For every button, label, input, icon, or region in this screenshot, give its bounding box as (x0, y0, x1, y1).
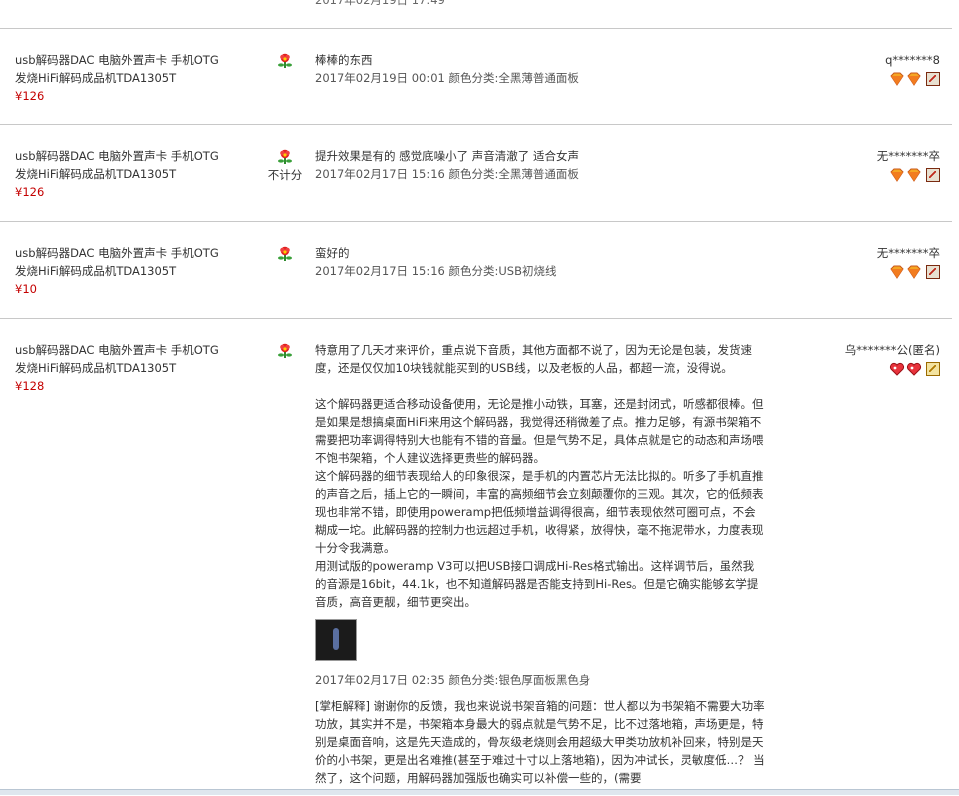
seller-reply-tag: [掌柜解释] (315, 699, 370, 713)
review-row: usb解码器DAC 电脑外置声卡 手机OTG 发烧HiFi解码成品机TDA130… (0, 221, 952, 319)
reviewer-badges (885, 71, 940, 87)
diamond-icon (907, 265, 921, 279)
product-price: ¥126 (15, 89, 45, 103)
window-bottom-bar (0, 789, 959, 795)
reviewer-badges (877, 167, 940, 183)
rating-column (262, 343, 308, 359)
diamond-icon (907, 72, 921, 86)
product-title-link[interactable]: usb解码器DAC 电脑外置声卡 手机OTG 发烧HiFi解码成品机TDA130… (15, 51, 225, 87)
review-paragraph: 特意用了几天才来评价，重点说下音质，其他方面都不说了，因为无论是包装，发货速度，… (315, 343, 752, 375)
review-meta: 2017年02月17日 15:16 颜色分类:USB初烧线 (315, 264, 557, 278)
review-meta: 2017年02月17日 15:16 颜色分类:全黑薄普通面板 (315, 167, 579, 181)
review-paragraph: 用测试版的poweramp V3可以把USB接口调成Hi-Res格式输出。这样调… (315, 559, 759, 609)
review-content: 提升效果是有的 感觉底噪小了 声音清澈了 适合女声 2017年02月17日 15… (315, 147, 765, 183)
diamond-icon (907, 168, 921, 182)
report-icon[interactable] (926, 362, 940, 376)
rating-column (262, 246, 308, 262)
review-text: 蛮好的 (315, 246, 350, 260)
report-icon[interactable] (926, 168, 940, 182)
reviewer-info: q*******8 (885, 51, 940, 87)
product-info: usb解码器DAC 电脑外置声卡 手机OTG 发烧HiFi解码成品机TDA130… (15, 244, 225, 298)
review-photo-thumbnail[interactable] (315, 619, 357, 661)
good-rating-flower-icon (278, 343, 292, 358)
reviewer-name[interactable]: 无*******卒 (877, 244, 940, 262)
rating-column (262, 53, 308, 69)
product-title-link[interactable]: usb解码器DAC 电脑外置声卡 手机OTG 发烧HiFi解码成品机TDA130… (15, 147, 225, 183)
report-icon[interactable] (926, 72, 940, 86)
product-price: ¥126 (15, 185, 45, 199)
not-counted-label: 不计分 (267, 168, 303, 182)
reviewer-name[interactable]: 无*******卒 (877, 147, 940, 165)
review-text: 棒棒的东西 (315, 53, 373, 67)
reviewer-info: 无*******卒 (877, 147, 940, 183)
diamond-icon (890, 265, 904, 279)
review-content: 棒棒的东西 2017年02月19日 00:01 颜色分类:全黑薄普通面板 (315, 51, 765, 87)
seller-reply: [掌柜解释] 谢谢你的反馈，我也来说说书架音箱的问题：世人都以为书架箱不需要大功… (315, 697, 765, 787)
review-paragraph: 这个解码器的细节表现给人的印象很深，是手机的内置芯片无法比拟的。听多了手机直推的… (315, 469, 764, 555)
review-text: 提升效果是有的 感觉底噪小了 声音清澈了 适合女声 (315, 149, 579, 163)
review-meta: 2017年02月19日 00:01 颜色分类:全黑薄普通面板 (315, 71, 579, 85)
product-info: usb解码器DAC 电脑外置声卡 手机OTG 发烧HiFi解码成品机TDA130… (15, 147, 225, 201)
review-row: usb解码器DAC 电脑外置声卡 手机OTG 发烧HiFi解码成品机TDA130… (0, 124, 952, 222)
good-rating-flower-icon (278, 149, 292, 164)
previous-review-timestamp: 2017年02月19日 17:49 (315, 0, 445, 7)
review-row: usb解码器DAC 电脑外置声卡 手机OTG 发烧HiFi解码成品机TDA130… (0, 28, 952, 125)
good-rating-flower-icon (278, 53, 292, 68)
diamond-icon (890, 72, 904, 86)
reviewer-info: 乌*******公(匿名) (845, 341, 940, 377)
good-rating-flower-icon (278, 246, 292, 261)
review-content: 蛮好的 2017年02月17日 15:16 颜色分类:USB初烧线 (315, 244, 765, 280)
report-icon[interactable] (926, 265, 940, 279)
heart-icon (906, 362, 922, 376)
product-price: ¥10 (15, 282, 37, 296)
reviewer-badges (845, 361, 940, 377)
reviewer-name[interactable]: q*******8 (885, 51, 940, 69)
reviewer-badges (877, 264, 940, 280)
product-title-link[interactable]: usb解码器DAC 电脑外置声卡 手机OTG 发烧HiFi解码成品机TDA130… (15, 244, 225, 280)
product-title-link[interactable]: usb解码器DAC 电脑外置声卡 手机OTG 发烧HiFi解码成品机TDA130… (15, 341, 225, 377)
heart-icon (889, 362, 905, 376)
product-info: usb解码器DAC 电脑外置声卡 手机OTG 发烧HiFi解码成品机TDA130… (15, 341, 225, 395)
review-content: 特意用了几天才来评价，重点说下音质，其他方面都不说了，因为无论是包装，发货速度，… (315, 341, 765, 787)
seller-reply-text: 谢谢你的反馈，我也来说说书架音箱的问题：世人都以为书架箱不需要大功率功放，其实并… (315, 699, 765, 785)
review-row: usb解码器DAC 电脑外置声卡 手机OTG 发烧HiFi解码成品机TDA130… (0, 318, 952, 796)
reviewer-info: 无*******卒 (877, 244, 940, 280)
product-info: usb解码器DAC 电脑外置声卡 手机OTG 发烧HiFi解码成品机TDA130… (15, 51, 225, 105)
product-price: ¥128 (15, 379, 45, 393)
review-paragraph: 这个解码器更适合移动设备使用，无论是推小动铁，耳塞，还是封闭式，听感都很棒。但是… (315, 397, 764, 465)
reviewer-name[interactable]: 乌*******公(匿名) (845, 341, 940, 359)
review-meta: 2017年02月17日 02:35 颜色分类:银色厚面板黑色身 (315, 673, 591, 687)
diamond-icon (890, 168, 904, 182)
rating-column: 不计分 (262, 149, 308, 183)
